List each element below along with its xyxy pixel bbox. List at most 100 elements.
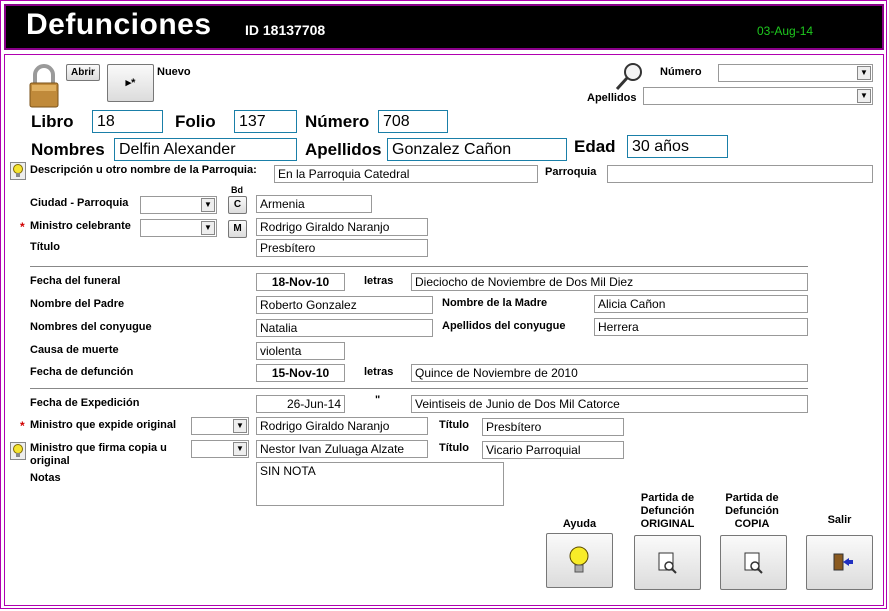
numero-label: Número <box>305 112 370 131</box>
ayuda-label: Ayuda <box>562 518 597 530</box>
required-marker: * <box>20 220 25 234</box>
record-id: ID 18137708 <box>245 22 326 38</box>
required-marker: * <box>20 419 25 433</box>
search-apellidos-select[interactable]: ▼ <box>643 87 873 105</box>
ciudad-field[interactable]: Armenia <box>256 195 372 213</box>
titulo-label: Título <box>30 241 60 253</box>
print-preview-icon <box>744 552 763 574</box>
fecha-defuncion-letras-field[interactable]: Quince de Noviembre de 2010 <box>411 364 808 382</box>
chevron-down-icon[interactable]: ▼ <box>233 419 247 433</box>
fecha-expedicion-letras-field[interactable]: Veintiseis de Junio de Dos Mil Catorce <box>411 395 808 413</box>
ministro-expide-field[interactable]: Rodrigo Giraldo Naranjo <box>256 417 428 435</box>
partida-copia-label: Partida de Defunción COPIA <box>725 492 779 530</box>
causa-field[interactable]: violenta <box>256 342 345 360</box>
notas-label: Notas <box>30 472 61 484</box>
abrir-button[interactable]: Abrir <box>66 64 100 81</box>
partida-original-label: Partida de Defunción ORIGINAL <box>640 492 695 530</box>
m-button[interactable]: M <box>228 220 247 238</box>
search-numero-label: Número <box>660 66 702 78</box>
titulo-expide-label: Título <box>439 419 469 431</box>
titulo-expide-field[interactable]: Presbítero <box>482 418 624 436</box>
conyugue-field[interactable]: Natalia <box>256 319 433 337</box>
magnifier-icon[interactable] <box>614 62 644 92</box>
lightbulb-icon <box>13 164 23 177</box>
page-title: Defunciones <box>26 8 212 41</box>
fecha-expedicion-label: Fecha de Expedición <box>30 397 140 409</box>
chevron-down-icon[interactable]: ▼ <box>201 221 215 235</box>
ayuda-button[interactable] <box>546 533 613 588</box>
fecha-funeral-label: Fecha del funeral <box>30 275 121 287</box>
tip-bulb-button[interactable] <box>10 162 26 180</box>
titulo-firma-field[interactable]: Vicario Parroquial <box>482 441 624 459</box>
tip-bulb-button-2[interactable] <box>10 442 26 460</box>
chevron-down-icon[interactable]: ▼ <box>857 89 871 103</box>
ministro-field[interactable]: Rodrigo Giraldo Naranjo <box>256 218 428 236</box>
padre-field[interactable]: Roberto Gonzalez <box>256 296 433 314</box>
ap-conyugue-field[interactable]: Herrera <box>594 318 808 336</box>
padre-label: Nombre del Padre <box>30 298 125 310</box>
divider <box>30 388 808 389</box>
fecha-funeral-letras-field[interactable]: Dieciocho de Noviembre de Dos Mil Diez <box>411 273 808 291</box>
ministro-firma-label: Ministro que firma copia u <box>30 442 167 454</box>
descripcion-label: Descripción u otro nombre de la Parroqui… <box>30 164 257 176</box>
ciudad-label: Ciudad - Parroquia <box>30 197 129 209</box>
folio-label: Folio <box>175 112 216 131</box>
ministro-select[interactable]: ▼ <box>140 219 217 237</box>
lightbulb-icon <box>13 444 23 457</box>
ciudad-select[interactable]: ▼ <box>140 196 217 214</box>
ministro-firma-label-2: original <box>30 455 70 467</box>
descripcion-field[interactable]: En la Parroquia Catedral <box>274 165 538 183</box>
apellidos-label: Apellidos <box>305 140 382 159</box>
nuevo-label: Nuevo <box>157 66 191 78</box>
partida-copia-button[interactable] <box>720 535 787 590</box>
letras2-label: letras <box>364 366 394 378</box>
nombres-label: Nombres <box>31 140 105 159</box>
quote-mark: " <box>375 394 381 406</box>
ministro-firma-field[interactable]: Nestor Ivan Zuluaga Alzate <box>256 440 428 458</box>
partida-original-button[interactable] <box>634 535 701 590</box>
numero-field[interactable]: 708 <box>378 110 448 133</box>
print-preview-icon <box>658 552 677 574</box>
ap-conyugue-label: Apellidos del conyugue <box>442 320 566 332</box>
fecha-expedicion-field[interactable]: 26-Jun-14 <box>256 395 345 413</box>
apellidos-field[interactable]: Gonzalez Cañon <box>387 138 567 161</box>
causa-label: Causa de muerte <box>30 344 119 356</box>
lock-icon[interactable] <box>28 62 60 108</box>
nombres-field[interactable]: Delfin Alexander <box>114 138 297 161</box>
titulo-firma-label: Título <box>439 442 469 454</box>
folio-field[interactable]: 137 <box>234 110 297 133</box>
bd-label: Bd <box>231 185 243 195</box>
divider <box>30 266 808 267</box>
libro-label: Libro <box>31 112 74 131</box>
exit-door-icon <box>833 553 853 571</box>
nuevo-button[interactable]: ▸* <box>107 64 154 102</box>
libro-field[interactable]: 18 <box>92 110 163 133</box>
search-apellidos-label: Apellidos <box>587 92 637 104</box>
fecha-defuncion-label: Fecha de defunción <box>30 366 134 378</box>
c-button[interactable]: C <box>228 196 247 214</box>
madre-field[interactable]: Alicia Cañon <box>594 295 808 313</box>
salir-label: Salir <box>827 514 852 526</box>
ministro-expide-select[interactable]: ▼ <box>191 417 249 435</box>
chevron-down-icon[interactable]: ▼ <box>857 66 871 80</box>
letras-label: letras <box>364 275 394 287</box>
ministro-firma-select[interactable]: ▼ <box>191 440 249 458</box>
ministro-label: Ministro celebrante <box>30 220 131 232</box>
header-date: 03-Aug-14 <box>757 24 814 38</box>
search-numero-select[interactable]: ▼ <box>718 64 873 82</box>
ministro-expide-label: Ministro que expide original <box>30 419 177 431</box>
parroquia-label: Parroquia <box>545 166 597 178</box>
conyugue-label: Nombres del conyugue <box>30 321 152 333</box>
parroquia-field[interactable] <box>607 165 873 183</box>
edad-field[interactable]: 30 años <box>627 135 728 158</box>
chevron-down-icon[interactable]: ▼ <box>201 198 215 212</box>
fecha-defuncion-field[interactable]: 15-Nov-10 <box>256 364 345 382</box>
edad-label: Edad <box>574 137 616 156</box>
titulo-field[interactable]: Presbítero <box>256 239 428 257</box>
madre-label: Nombre de la Madre <box>442 297 548 309</box>
salir-button[interactable] <box>806 535 873 590</box>
lightbulb-icon <box>569 546 589 573</box>
fecha-funeral-field[interactable]: 18-Nov-10 <box>256 273 345 291</box>
notas-textarea[interactable]: SIN NOTA <box>256 462 504 506</box>
chevron-down-icon[interactable]: ▼ <box>233 442 247 456</box>
